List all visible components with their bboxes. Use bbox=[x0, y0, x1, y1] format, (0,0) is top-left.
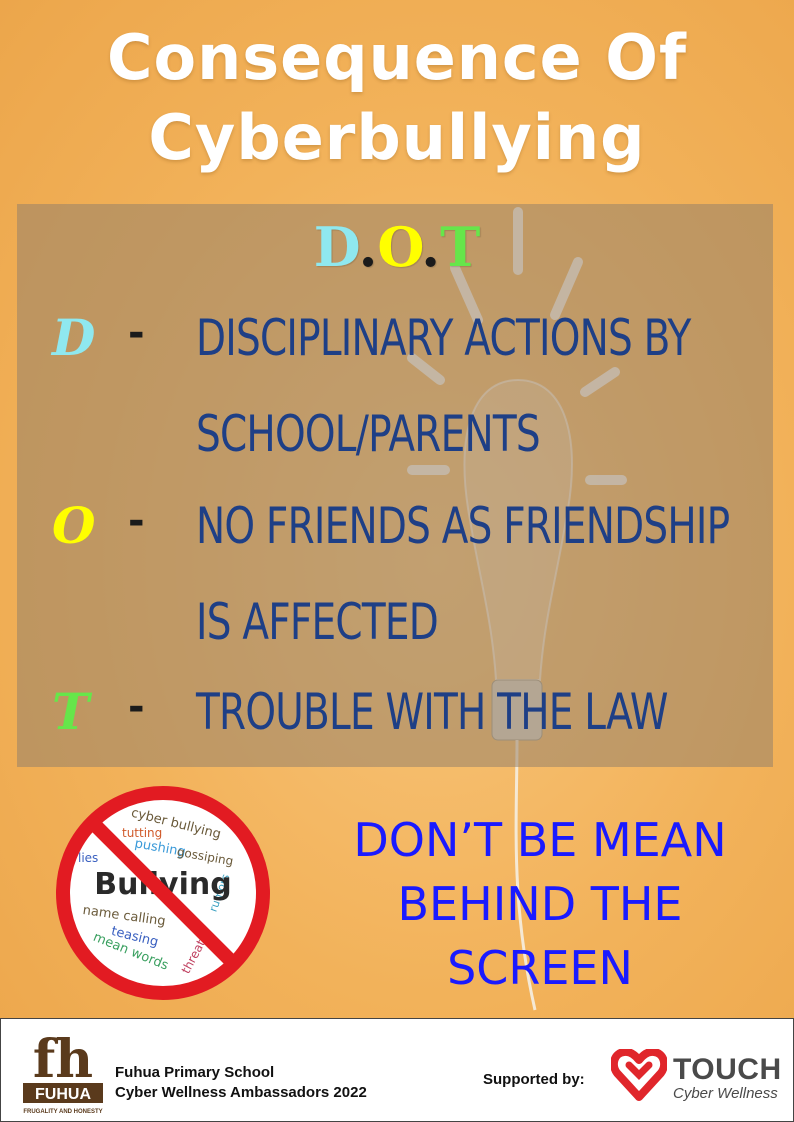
item-text-line: SCHOOL/PARENTS bbox=[196, 405, 541, 463]
item-text-line: NO FRIENDS AS FRIENDSHIP bbox=[196, 497, 730, 555]
item-dash: - bbox=[128, 498, 145, 544]
title-line-2: Cyberbullying bbox=[148, 101, 646, 174]
dot-letter-o: O bbox=[377, 215, 422, 279]
fuhua-school-logo: fh FUHUA FRUGALITY AND HONESTY bbox=[21, 1033, 105, 1115]
touch-brand-name: TOUCH bbox=[673, 1053, 782, 1086]
logo-name: FUHUA bbox=[35, 1086, 91, 1103]
slogan: DON’T BE MEAN BEHIND THE SCREEN bbox=[305, 808, 775, 1000]
word-lies: lies bbox=[78, 851, 98, 865]
touch-heart-icon bbox=[611, 1049, 667, 1101]
slogan-line: DON’T BE MEAN bbox=[353, 813, 727, 867]
item-letter: T bbox=[52, 682, 90, 741]
item-text-line: TROUBLE WITH THE LAW bbox=[196, 683, 668, 741]
item-text-line: IS AFFECTED bbox=[196, 593, 439, 651]
dot-separator: . bbox=[358, 215, 378, 279]
supported-by-label: Supported by: bbox=[483, 1071, 585, 1088]
item-letter: O bbox=[52, 496, 96, 555]
dot-separator: . bbox=[421, 215, 441, 279]
logo-letters: fh bbox=[33, 1033, 93, 1090]
item-dash: - bbox=[128, 310, 145, 356]
dot-letter-t: T bbox=[440, 215, 481, 279]
school-name: Fuhua Primary School Cyber Wellness Amba… bbox=[115, 1063, 367, 1103]
dot-letter-d: D bbox=[313, 215, 359, 279]
item-dash: - bbox=[128, 684, 145, 730]
title-line-1: Consequence Of bbox=[107, 21, 687, 94]
footer: fh FUHUA FRUGALITY AND HONESTY Fuhua Pri… bbox=[0, 1018, 794, 1122]
item-letter: D bbox=[52, 308, 96, 367]
item-text: DISCIPLINARY ACTIONS BY SCHOOL/PARENTS bbox=[196, 290, 691, 482]
slogan-line: SCREEN bbox=[447, 941, 633, 995]
slogan-line: BEHIND THE bbox=[397, 877, 683, 931]
item-text: NO FRIENDS AS FRIENDSHIP IS AFFECTED bbox=[196, 478, 730, 670]
school-name-line: Cyber Wellness Ambassadors 2022 bbox=[115, 1084, 367, 1101]
logo-motto: FRUGALITY AND HONESTY bbox=[23, 1109, 102, 1115]
touch-brand-subtitle: Cyber Wellness bbox=[673, 1085, 778, 1102]
school-name-line: Fuhua Primary School bbox=[115, 1064, 275, 1081]
item-text: TROUBLE WITH THE LAW bbox=[196, 664, 668, 760]
dot-heading: D.O.T bbox=[0, 212, 794, 282]
no-bullying-sign: cyber bullying tutting pushing gossiping… bbox=[56, 786, 270, 1000]
item-text-line: DISCIPLINARY ACTIONS BY bbox=[196, 309, 691, 367]
poster-title: Consequence Of Cyberbullying bbox=[0, 18, 794, 178]
